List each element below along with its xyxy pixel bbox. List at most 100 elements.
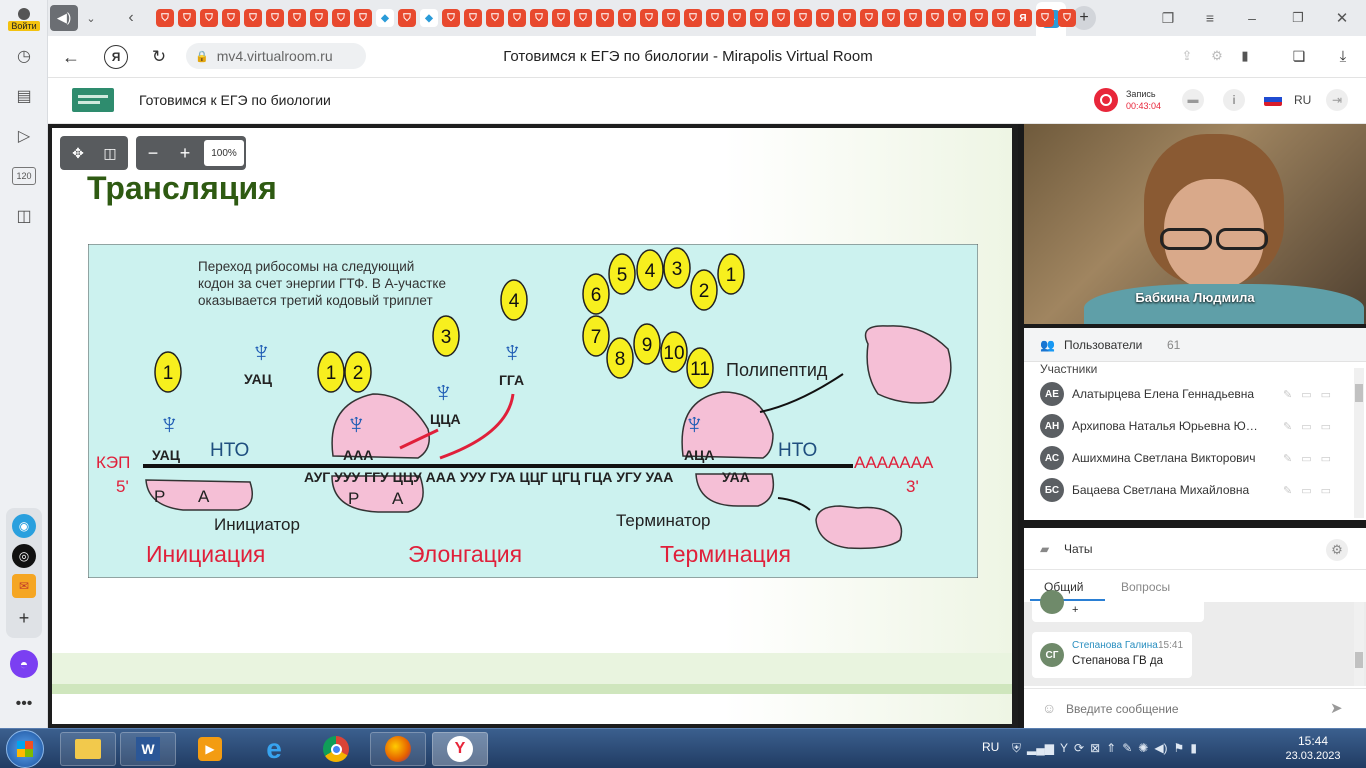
participant-controls-icon[interactable]: ✎▭▭ <box>1283 420 1340 433</box>
flag-icon[interactable]: ⚑ <box>1174 741 1185 757</box>
participant-controls-icon[interactable]: ✎▭▭ <box>1283 388 1340 401</box>
start-button[interactable] <box>6 730 44 768</box>
counter-badge[interactable]: 120 <box>12 167 36 185</box>
chevron-down-icon[interactable]: ⌄ <box>80 5 102 31</box>
screenshot-icon[interactable]: ◫ <box>10 202 38 230</box>
tab-favicon[interactable]: ⛉ <box>948 9 966 27</box>
mail-icon[interactable]: ✉ <box>12 574 36 598</box>
back-icon[interactable]: ← <box>58 44 84 70</box>
tab-favicon[interactable]: ⛉ <box>772 9 790 27</box>
more-icon[interactable]: ••• <box>10 690 38 718</box>
tab-favicon[interactable]: ⛉ <box>794 9 812 27</box>
tab-mirapolis-favicon[interactable]: ◆ <box>420 9 438 27</box>
signal-icon[interactable]: ▂▄▆ <box>1027 741 1054 757</box>
tab-favicon[interactable]: ⛉ <box>200 9 218 27</box>
download-icon[interactable]: ⤓ <box>1332 45 1354 67</box>
tab-favicon[interactable]: ⛉ <box>266 9 284 27</box>
participant-controls-icon[interactable]: ✎▭▭ <box>1283 452 1340 465</box>
tab-favicon[interactable]: ⛉ <box>992 9 1010 27</box>
tab-favicon[interactable]: ⛉ <box>310 9 328 27</box>
chat-scrollbar[interactable] <box>1354 602 1364 686</box>
users-header[interactable]: 👥 Пользователи 61 <box>1024 328 1366 362</box>
taskbar-explorer[interactable] <box>60 732 116 766</box>
zoom-out-button[interactable]: − <box>142 141 164 165</box>
speaker-video[interactable]: Бабкина Людмила <box>1024 124 1366 324</box>
tab-favicon[interactable]: ⛉ <box>574 9 592 27</box>
tab-favicon[interactable]: ⛉ <box>596 9 614 27</box>
tab-favicon[interactable]: ⛉ <box>398 9 416 27</box>
message-input[interactable] <box>1066 697 1306 721</box>
menu-icon[interactable]: ≡ <box>1198 6 1222 30</box>
minimize-icon[interactable]: – <box>1240 6 1264 30</box>
taskbar-media[interactable]: ▶ <box>182 732 238 766</box>
tabs-back-icon[interactable]: ‹ <box>120 5 142 31</box>
participant-controls-icon[interactable]: ✎▭▭ <box>1283 484 1340 497</box>
emoji-icon[interactable]: ☺ <box>1042 700 1056 716</box>
tab-favicon[interactable]: ⛉ <box>530 9 548 27</box>
tab-favicon[interactable]: ⛉ <box>970 9 988 27</box>
extension-icon[interactable]: ⚙ <box>1206 45 1228 67</box>
users-scrollbar-thumb[interactable] <box>1355 384 1363 402</box>
tab-favicon[interactable]: ⛉ <box>222 9 240 27</box>
participant-row[interactable]: АН Архипова Наталья Юрьевна Юр... ✎▭▭ <box>1024 410 1354 442</box>
participant-row[interactable]: АЕ Алатырцева Елена Геннадьевна ✎▭▭ <box>1024 378 1354 410</box>
info-icon[interactable]: i <box>1223 89 1245 111</box>
tab-favicon[interactable]: ⛉ <box>288 9 306 27</box>
bookmark-icon[interactable]: ▮ <box>1234 45 1256 67</box>
tab-favicon[interactable]: ⛉ <box>750 9 768 27</box>
antivirus-icon[interactable]: ✺ <box>1138 741 1148 757</box>
participant-row[interactable]: БС Бацаева Светлана Михайловна ✎▭▭ <box>1024 474 1354 506</box>
add-icon[interactable]: + <box>12 606 36 630</box>
tab-favicon[interactable]: ⛉ <box>486 9 504 27</box>
tab-favicon[interactable]: Я <box>1014 9 1032 27</box>
folder-icon[interactable]: ▬ <box>1182 89 1204 111</box>
reload-icon[interactable]: ↻ <box>146 44 172 70</box>
tab-questions[interactable]: Вопросы <box>1121 580 1170 594</box>
record-icon[interactable] <box>1094 88 1118 112</box>
video-icon[interactable]: ▷ <box>10 122 38 150</box>
tab-favicon[interactable]: ⛉ <box>1036 9 1054 27</box>
close-icon[interactable]: ✕ <box>1330 6 1354 30</box>
taskbar-firefox[interactable] <box>370 732 426 766</box>
tab-favicon[interactable]: ⛉ <box>1058 9 1076 27</box>
language-label[interactable]: RU <box>1294 93 1311 107</box>
collections-icon[interactable]: ▤ <box>10 82 38 110</box>
message-author[interactable]: Степанова Галина <box>1072 640 1158 651</box>
tab-favicon[interactable]: ⛉ <box>816 9 834 27</box>
tab-favicon[interactable]: ⛉ <box>882 9 900 27</box>
users-scrollbar[interactable] <box>1354 368 1364 518</box>
tab-favicon[interactable]: ⛉ <box>464 9 482 27</box>
tab-favicon[interactable]: ⛉ <box>618 9 636 27</box>
tab-favicon[interactable]: ⛉ <box>662 9 680 27</box>
tab-favicon[interactable]: ⛉ <box>332 9 350 27</box>
battery-icon[interactable]: ▮ <box>1190 741 1197 757</box>
tab-favicon[interactable]: ⛉ <box>178 9 196 27</box>
yandex-tray-icon[interactable]: Y <box>1060 741 1068 757</box>
keyboard-language[interactable]: RU <box>982 740 999 754</box>
tab-favicon[interactable]: ⛉ <box>684 9 702 27</box>
fit-width-icon[interactable]: ◫ <box>98 141 122 165</box>
shield-icon[interactable]: ⛨ <box>1012 741 1021 757</box>
assistant-icon[interactable]: ◓ <box>10 650 38 678</box>
network-icon[interactable]: ⊠ <box>1090 741 1100 757</box>
speaker-icon[interactable]: ◀) <box>50 5 78 31</box>
restore-icon[interactable]: ❐ <box>1286 6 1310 30</box>
music-icon[interactable]: ◎ <box>12 544 36 568</box>
volume-icon[interactable]: ◀) <box>1154 741 1167 757</box>
taskbar-word[interactable]: W <box>120 732 176 766</box>
collections-button-icon[interactable]: ❏ <box>1288 45 1310 67</box>
send-icon[interactable]: ➤ <box>1330 699 1343 717</box>
tab-mirapolis-favicon[interactable]: ◆ <box>376 9 394 27</box>
tab-favicon[interactable]: ⛉ <box>640 9 658 27</box>
gear-icon[interactable]: ⚙ <box>1326 539 1348 561</box>
tab-favicon[interactable]: ⛉ <box>838 9 856 27</box>
sync-icon[interactable]: ⟳ <box>1074 741 1084 757</box>
tab-favicon[interactable]: ⛉ <box>904 9 922 27</box>
share-icon[interactable]: ⇪ <box>1176 45 1198 67</box>
chat-scrollbar-thumb[interactable] <box>1355 652 1363 668</box>
participant-row[interactable]: АС Ашихмина Светлана Викторович ✎▭▭ <box>1024 442 1354 474</box>
tab-favicon[interactable]: ⛉ <box>552 9 570 27</box>
tab-favicon[interactable]: ⛉ <box>728 9 746 27</box>
taskbar-ie[interactable]: e <box>246 732 302 766</box>
tools-icon[interactable]: ✎ <box>1122 741 1132 757</box>
